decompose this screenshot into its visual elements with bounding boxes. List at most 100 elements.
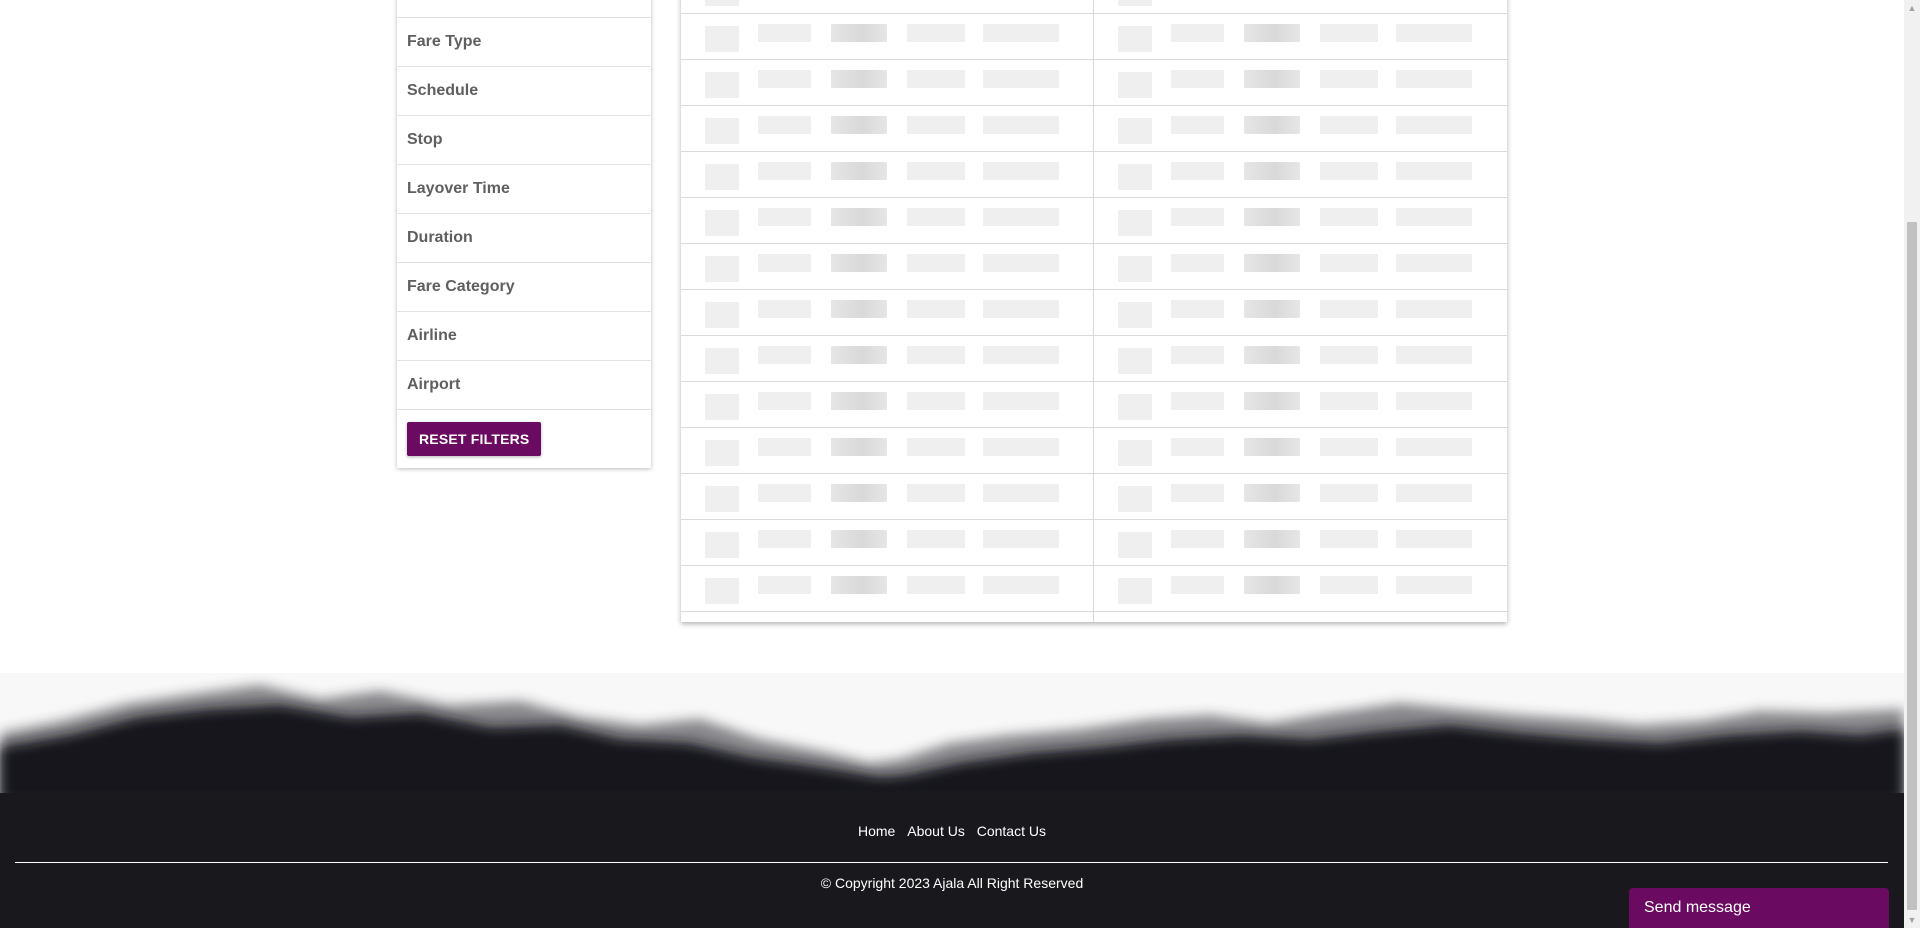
footer-band [0,793,1904,928]
skeleton-placeholder [831,392,887,410]
skeleton-placeholder [1396,162,1472,180]
skeleton-placeholder [1118,164,1152,190]
skeleton-placeholder [1320,484,1378,502]
skeleton-placeholder [983,346,1059,364]
skeleton-placeholder [705,394,739,420]
skeleton-placeholder [1171,392,1224,410]
skeleton-placeholder [705,348,739,374]
skeleton-placeholder [705,440,739,466]
skeleton-placeholder [705,532,739,558]
footer-link-about[interactable]: About Us [907,823,965,839]
skeleton-placeholder [1118,348,1152,374]
skeleton-placeholder [907,484,965,502]
skeleton-row [681,106,1507,152]
skeleton-placeholder [1396,116,1472,134]
skeleton-placeholder [1244,116,1300,134]
skeleton-placeholder [831,116,887,134]
skeleton-placeholder [831,208,887,226]
skeleton-row [681,152,1507,198]
skeleton-placeholder [1244,162,1300,180]
skeleton-placeholder [758,530,811,548]
skeleton-placeholder [705,72,739,98]
skeleton-placeholder [1171,484,1224,502]
skeleton-placeholder [1118,394,1152,420]
reset-filters-button[interactable]: RESET FILTERS [407,422,542,456]
skeleton-placeholder [758,392,811,410]
skeleton-placeholder [1244,208,1300,226]
filter-schedule[interactable]: Schedule [397,67,651,116]
filter-fare-category[interactable]: Fare Category [397,263,651,312]
skeleton-placeholder [1171,254,1224,272]
skeleton-placeholder [1244,254,1300,272]
skeleton-placeholder [1396,24,1472,42]
skeleton-placeholder [758,116,811,134]
skeleton-placeholder [758,576,811,594]
skeleton-placeholder [983,162,1059,180]
skeleton-row [681,290,1507,336]
skeleton-placeholder [983,392,1059,410]
skeleton-placeholder [1244,346,1300,364]
filter-layover-time[interactable]: Layover Time [397,165,651,214]
skeleton-placeholder [705,26,739,52]
skeleton-placeholder [1320,208,1378,226]
skeleton-placeholder [1171,438,1224,456]
skeleton-placeholder [983,70,1059,88]
skeleton-row [681,0,1507,14]
skeleton-placeholder [831,24,887,42]
skeleton-placeholder [907,300,965,318]
skeleton-placeholder [983,208,1059,226]
skeleton-placeholder [758,300,811,318]
skeleton-row [681,382,1507,428]
page-scrollbar[interactable]: ▲ ▼ [1904,0,1920,928]
skeleton-placeholder [705,256,739,282]
filter-airline[interactable]: Airline [397,312,651,361]
skeleton-placeholder [1244,70,1300,88]
footer-link-contact[interactable]: Contact Us [977,823,1046,839]
skeleton-placeholder [1118,486,1152,512]
skeleton-placeholder [1244,484,1300,502]
skeleton-placeholder [1171,346,1224,364]
skeleton-placeholder [1396,576,1472,594]
filter-stop[interactable]: Stop [397,116,651,165]
skeleton-placeholder [1396,300,1472,318]
footer-link-home[interactable]: Home [858,823,895,839]
skeleton-row [681,474,1507,520]
skeleton-placeholder [758,162,811,180]
skeleton-placeholder [907,116,965,134]
triangle-up-icon[interactable]: ▲ [1904,0,1920,16]
skeleton-placeholder [983,24,1059,42]
skeleton-placeholder [1244,392,1300,410]
skeleton-placeholder [1396,484,1472,502]
skeleton-placeholder [831,484,887,502]
filter-airport[interactable]: Airport [397,361,651,410]
skeleton-placeholder [907,70,965,88]
skeleton-placeholder [1171,208,1224,226]
skeleton-placeholder [758,70,811,88]
skeleton-placeholder [1320,70,1378,88]
scroll-thumb[interactable] [1907,222,1917,910]
footer-divider [15,862,1888,863]
skeleton-row [681,566,1507,612]
filter-duration[interactable]: Duration [397,214,651,263]
skeleton-placeholder [907,162,965,180]
skeleton-placeholder [1244,576,1300,594]
skeleton-placeholder [907,530,965,548]
filter-item-partial[interactable] [397,0,651,18]
skeleton-placeholder [1171,576,1224,594]
footer-nav: Home About Us Contact Us [0,823,1904,839]
skeleton-placeholder [831,300,887,318]
skeleton-placeholder [1396,208,1472,226]
skeleton-placeholder [758,484,811,502]
skeleton-placeholder [907,576,965,594]
skeleton-row [681,428,1507,474]
reset-wrap: RESET FILTERS [397,410,651,468]
triangle-down-icon[interactable]: ▼ [1904,912,1920,928]
skeleton-placeholder [831,576,887,594]
send-message-button[interactable]: Send message [1629,888,1889,928]
copyright-text: © Copyright 2023 Ajala All Right Reserve… [820,875,1084,891]
skeleton-placeholder [705,486,739,512]
skeleton-placeholder [983,116,1059,134]
skeleton-placeholder [983,576,1059,594]
skeleton-row [681,520,1507,566]
filter-fare-type[interactable]: Fare Type [397,18,651,67]
